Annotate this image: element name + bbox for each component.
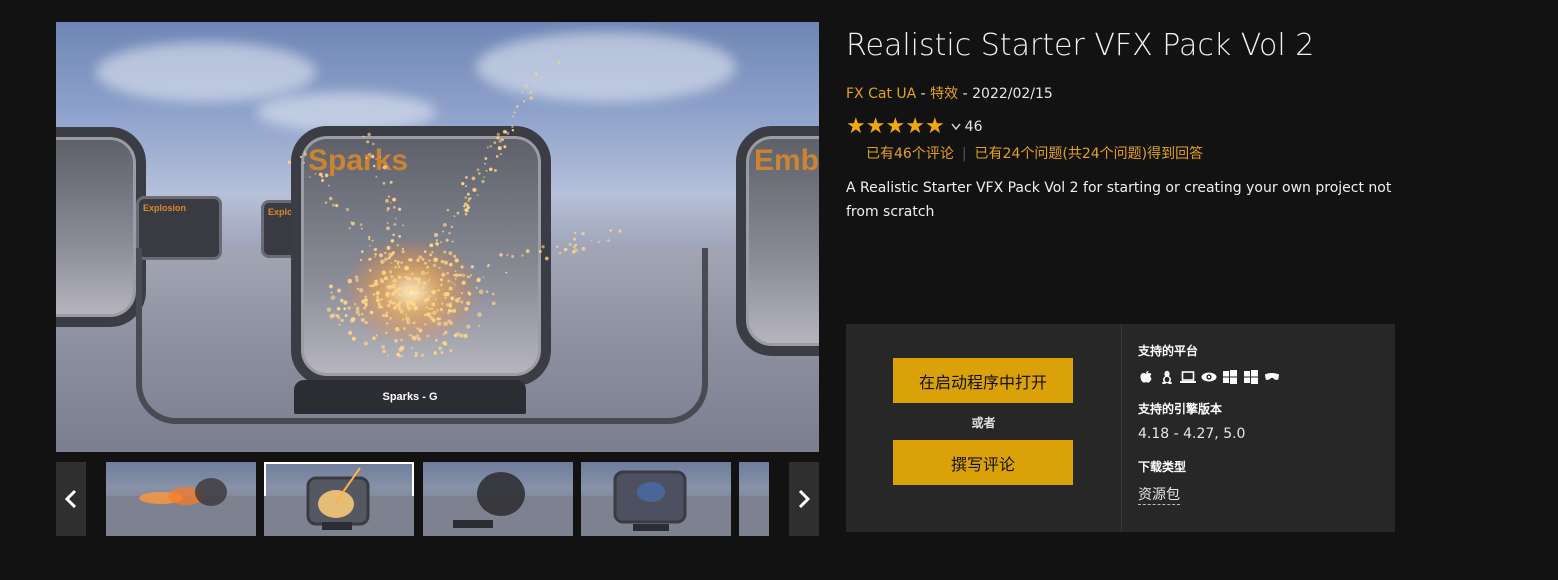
action-panel: 在启动程序中打开 或者 撰写评论 支持的平台 支持的引擎版本 4.18 - 4.… [846, 324, 1395, 532]
thumb-sparks-effect [306, 467, 370, 530]
download-heading: 下载类型 [1138, 460, 1187, 474]
windows-icon [1243, 370, 1259, 384]
product-description: A Realistic Starter VFX Pack Vol 2 for s… [846, 180, 1392, 220]
open-in-launcher-button[interactable]: 在启动程序中打开 [893, 358, 1073, 403]
thumbnail-2[interactable] [264, 462, 414, 536]
download-type[interactable]: 资源包 [1138, 484, 1180, 505]
thumbnail-3[interactable] [423, 462, 573, 536]
star-icon: ★ [905, 114, 925, 139]
next-thumb-button[interactable] [789, 462, 819, 536]
thumbnail-5[interactable] [739, 462, 769, 536]
rating-count: 46 [964, 119, 983, 135]
prev-thumb-button[interactable] [56, 462, 86, 536]
vr-headset-icon [1264, 370, 1280, 384]
write-review-button[interactable]: 撰写评论 [893, 440, 1073, 485]
linux-icon [1159, 370, 1175, 384]
star-icon: ★ [865, 114, 886, 139]
thumb-smoke-effect [453, 472, 525, 528]
thumb-fire-effect [139, 478, 227, 506]
product-title: Realistic Starter VFX Pack Vol 2 [846, 28, 1315, 63]
laptop-icon [1180, 370, 1196, 384]
thumbnail-1[interactable] [106, 462, 256, 536]
review-links: 已有46个评论 | 已有24个问题(共24个问题)得到回答 [866, 143, 1203, 163]
divider: | [961, 146, 967, 162]
product-meta: FX Cat UA - 特效 - 2022/02/15 [846, 83, 1053, 103]
seller-link[interactable]: FX Cat UA [846, 86, 916, 102]
chevron-right-icon [798, 489, 811, 509]
main-preview-image[interactable]: Emb Explosion Explo Sparks Sparks - G [56, 22, 819, 452]
windows-icon [1222, 370, 1238, 384]
thumb-floor [739, 496, 769, 536]
star-icon: ★ [924, 114, 945, 139]
eye-icon [1201, 370, 1217, 384]
release-date: 2022/02/15 [972, 86, 1053, 102]
engine-heading: 支持的引擎版本 [1138, 402, 1223, 416]
platforms-heading: 支持的平台 [1138, 344, 1199, 358]
sparks-effect [287, 60, 622, 358]
meta-separator: - [916, 86, 931, 102]
star-icon: ★ [885, 114, 906, 139]
rating-widget[interactable]: ★ ★ ★ ★ ★ 46 [846, 116, 983, 138]
star-icon: ★ [846, 114, 866, 139]
questions-link[interactable]: 已有24个问题(共24个问题)得到回答 [975, 146, 1204, 162]
platform-icons [1138, 370, 1280, 384]
chevron-left-icon [64, 489, 77, 509]
download-type-value: 资源包 [1138, 487, 1180, 505]
action-buttons-area: 在启动程序中打开 或者 撰写评论 [846, 324, 1122, 532]
category-link[interactable]: 特效 [930, 86, 958, 102]
chevron-down-icon[interactable] [951, 123, 961, 131]
engine-versions: 4.18 - 4.27, 5.0 [1138, 426, 1246, 442]
reviews-link[interactable]: 已有46个评论 [866, 146, 954, 162]
thumbnail-4[interactable] [581, 462, 731, 536]
meta-separator: - [958, 86, 973, 102]
or-label: 或者 [971, 416, 996, 430]
thumb-embers-effect [613, 470, 687, 531]
apple-icon [1138, 370, 1154, 384]
